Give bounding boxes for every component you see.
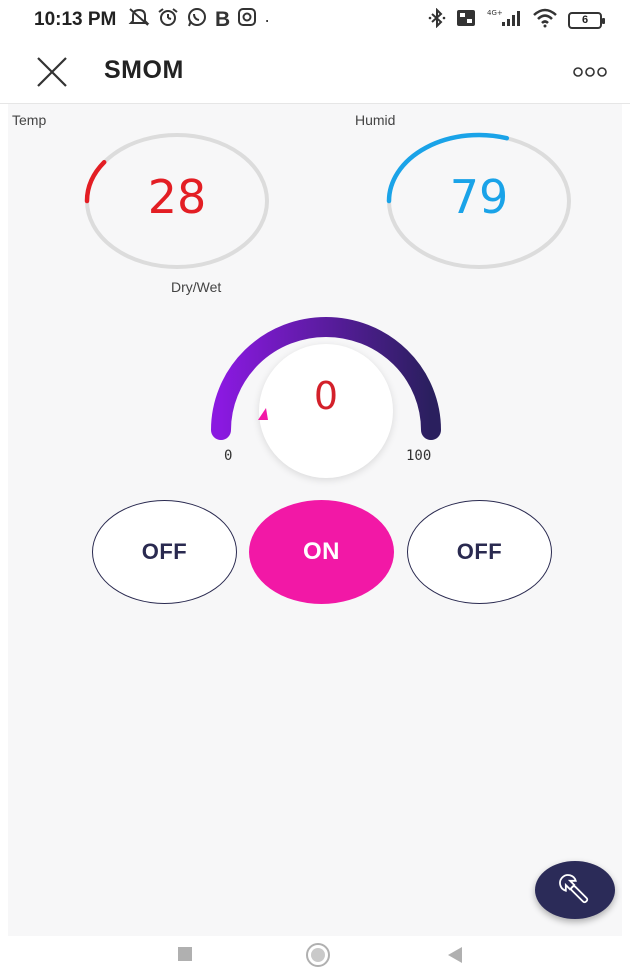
more-options-button[interactable]: [570, 60, 610, 84]
status-notification-icons: B ·: [128, 7, 270, 32]
app-bar: SMOM: [0, 40, 630, 104]
drywet-max: 100: [406, 448, 432, 464]
drywet-knob[interactable]: 0: [259, 344, 393, 478]
more-options-icon: [573, 67, 607, 77]
4g-signal-icon: 4G+: [486, 8, 522, 33]
dial-pointer-icon: [258, 408, 268, 420]
humid-label: Humid: [355, 112, 396, 128]
home-icon[interactable]: [306, 943, 330, 967]
status-system-icons: 4G+ 6: [428, 7, 605, 33]
drywet-dial[interactable]: 0 0 100: [204, 308, 448, 478]
recent-apps-icon[interactable]: [178, 947, 192, 961]
drywet-min: 0: [224, 448, 233, 464]
b-icon: B: [215, 7, 231, 31]
switch-3-button[interactable]: OFF: [407, 500, 552, 604]
temp-label: Temp: [12, 112, 47, 128]
volte-icon: [456, 9, 476, 32]
temp-gauge: 28: [82, 132, 272, 270]
settings-fab[interactable]: [535, 861, 615, 919]
status-time: 10:13 PM: [34, 9, 117, 30]
network-label: 4G+: [487, 9, 503, 17]
system-nav-bar: [0, 936, 630, 969]
switch-2-button[interactable]: ON: [249, 500, 394, 604]
back-icon[interactable]: [448, 947, 462, 963]
instagram-icon: [237, 7, 257, 32]
drywet-label: Dry/Wet: [171, 279, 222, 295]
humid-gauge: 79: [384, 132, 574, 270]
whatsapp-icon: [186, 7, 208, 32]
close-icon: [37, 57, 67, 87]
page-title: SMOM: [104, 56, 184, 84]
drywet-value: 0: [313, 374, 339, 418]
battery-icon: 6: [568, 12, 605, 29]
bluetooth-icon: [428, 7, 446, 33]
alarm-icon: [157, 7, 179, 32]
dot-icon: ·: [264, 9, 271, 30]
close-button[interactable]: [34, 54, 70, 90]
wifi-icon: [532, 8, 558, 33]
dashboard-canvas: Temp 28 Humid 79 Dry/Wet 0 0 100 OFF ON …: [8, 104, 622, 936]
wrench-icon: [559, 874, 589, 904]
temp-value: 28: [147, 170, 207, 224]
switch-1-button[interactable]: OFF: [92, 500, 237, 604]
status-bar: 10:13 PM B · 4G+ 6: [0, 0, 630, 40]
silent-icon: [128, 7, 150, 32]
humid-value: 79: [449, 170, 509, 224]
